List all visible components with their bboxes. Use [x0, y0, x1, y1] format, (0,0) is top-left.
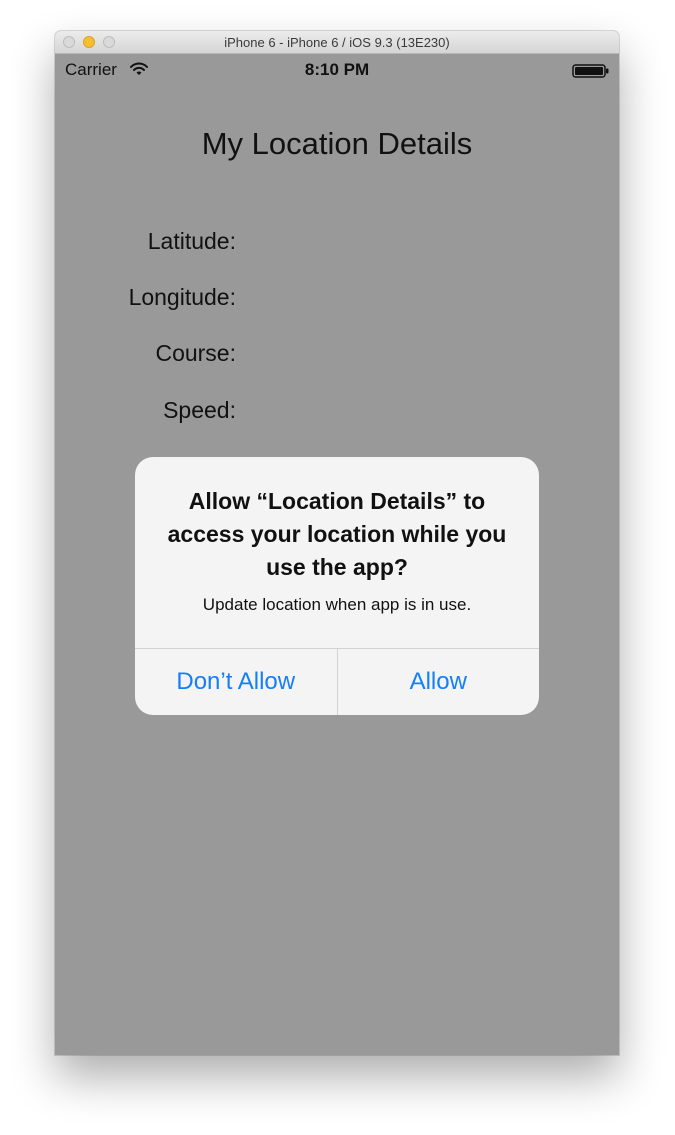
course-label: Course:: [155, 340, 236, 366]
alert-message: Update location when app is in use.: [202, 595, 472, 614]
window-title: iPhone 6 - iPhone 6 / iOS 9.3 (13E230): [224, 35, 450, 50]
window-titlebar: iPhone 6 - iPhone 6 / iOS 9.3 (13E230): [55, 31, 619, 54]
alert-button-row: Don’t Allow Allow: [135, 648, 539, 715]
status-time: 8:10 PM: [304, 60, 370, 79]
alert-title: Allow “Location Details” to access your …: [167, 488, 507, 580]
battery-icon: [572, 64, 610, 83]
page-title: My Location Details: [201, 126, 473, 161]
simulator-window: iPhone 6 - iPhone 6 / iOS 9.3 (13E230) C…: [55, 31, 619, 1055]
device-screen: Carrier 8:10 PM My Location Details Lati…: [55, 54, 619, 1055]
allow-button[interactable]: Allow: [338, 649, 540, 715]
speed-label: Speed:: [163, 397, 236, 423]
latitude-label: Latitude:: [147, 228, 236, 254]
dont-allow-button[interactable]: Don’t Allow: [135, 649, 338, 715]
location-permission-alert: Allow “Location Details” to access your …: [135, 457, 539, 715]
longitude-label: Longitude:: [128, 284, 236, 310]
status-bar: Carrier 8:10 PM: [55, 54, 619, 88]
